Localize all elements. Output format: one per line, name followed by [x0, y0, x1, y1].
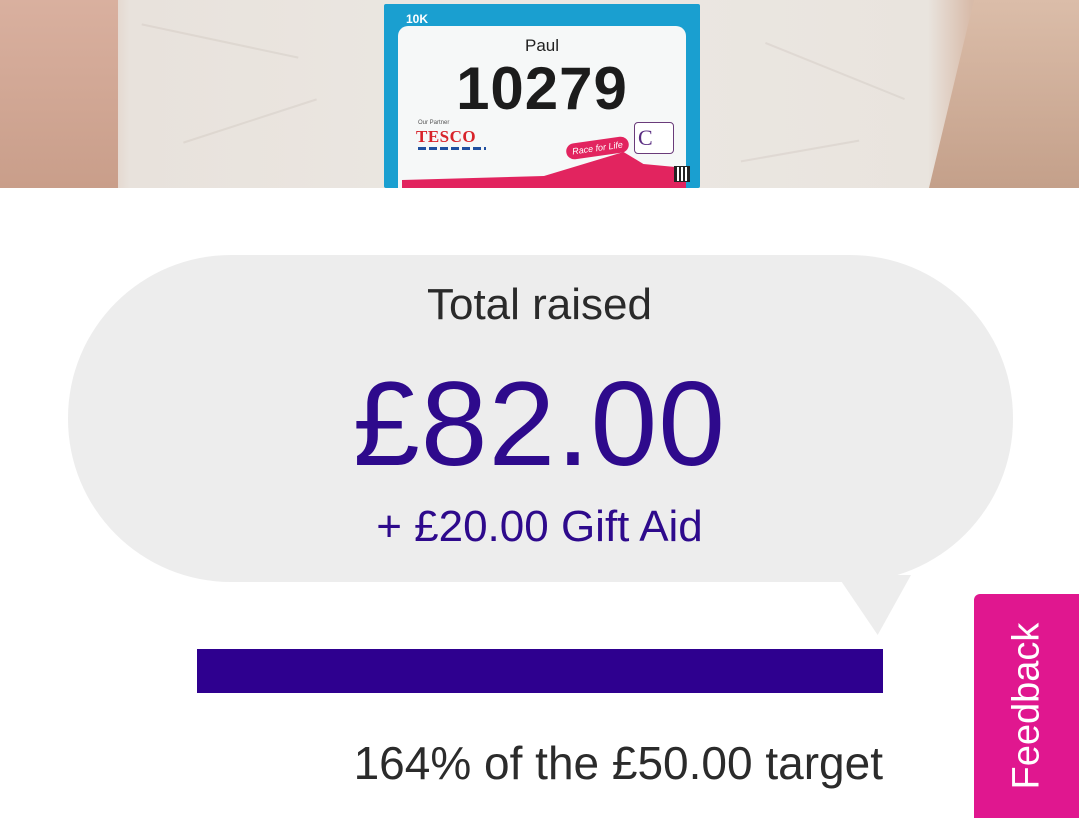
- bib-partner-label: Our Partner: [418, 120, 450, 126]
- bib-panel: Paul 10279 Our Partner TESCO Race for Li…: [398, 26, 690, 188]
- qr-code-icon: [674, 166, 690, 182]
- tesco-logo: TESCO: [416, 127, 477, 146]
- feedback-label: Feedback: [1005, 622, 1047, 790]
- hero-photo: 10K Paul 10279 Our Partner TESCO Race fo…: [0, 0, 1079, 188]
- bib-runner-name: Paul: [524, 36, 560, 55]
- feedback-button[interactable]: Feedback: [974, 594, 1079, 818]
- photo-wrinkle: [183, 98, 317, 144]
- bib-distance: 10K: [406, 12, 429, 26]
- race-bib: 10K Paul 10279 Our Partner TESCO Race fo…: [384, 4, 700, 188]
- target-progress-text: 164% of the £50.00 target: [353, 737, 883, 789]
- photo-arm-left: [0, 0, 118, 188]
- total-raised-amount: £82.00: [352, 357, 727, 491]
- progress-bar-fill: [197, 649, 883, 693]
- total-raised-label: Total raised: [426, 280, 652, 329]
- bib-ribbon: [402, 152, 686, 188]
- photo-wrinkle: [141, 23, 299, 59]
- cancer-research-logo-icon: C: [634, 122, 674, 154]
- photo-wrinkle: [740, 139, 860, 163]
- gift-aid-amount: + £20.00 Gift Aid: [376, 502, 703, 551]
- bubble-tail: [837, 575, 911, 635]
- photo-arm-right: [929, 0, 1079, 188]
- progress-bar: [197, 649, 883, 693]
- tesco-logo-stripes: [418, 147, 486, 150]
- photo-wrinkle: [765, 41, 905, 101]
- bib-number: 10279: [456, 55, 628, 122]
